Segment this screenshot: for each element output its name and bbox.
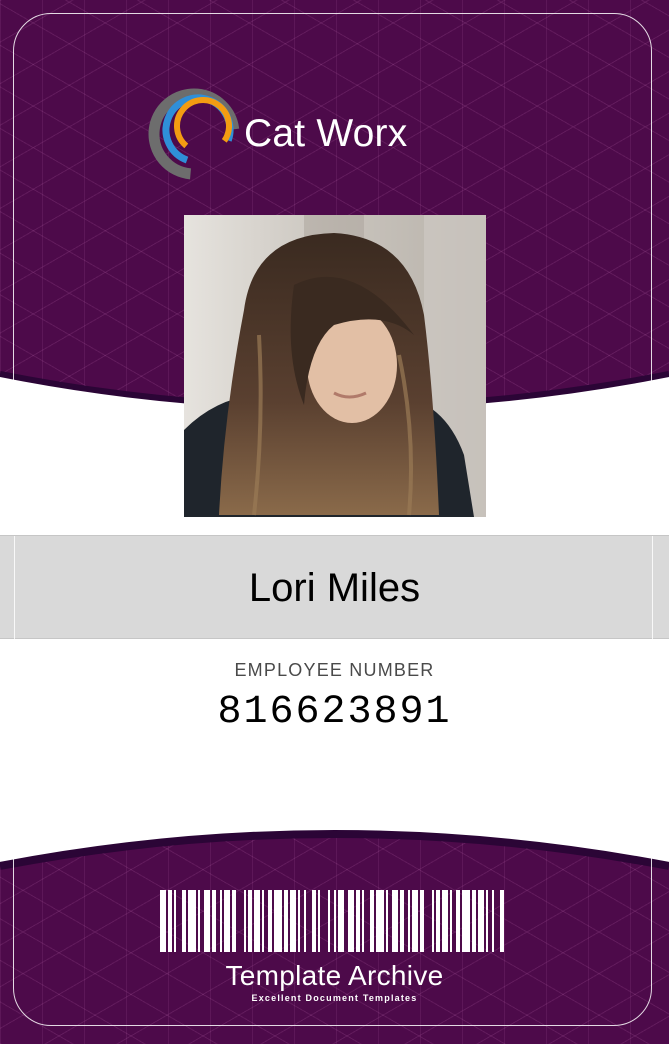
barcode-bar (412, 890, 418, 952)
company-logo: Cat Worx (148, 84, 448, 184)
barcode-bar (174, 890, 176, 952)
name-bar-edge-mark (652, 536, 653, 640)
barcode-bar (432, 890, 434, 952)
barcode-bar (356, 890, 360, 952)
barcode-bar (254, 890, 260, 952)
barcode-bar (232, 890, 236, 952)
barcode-icon (160, 890, 506, 952)
barcode-bar (160, 890, 166, 952)
barcode-bar (220, 890, 222, 952)
barcode-bar (486, 890, 488, 952)
brand-title: Template Archive (225, 960, 444, 991)
barcode-bar (268, 890, 272, 952)
barcode-bar (182, 890, 186, 952)
barcode-bar (318, 890, 320, 952)
bottom-band-curve (0, 818, 669, 870)
barcode-bar (298, 890, 300, 952)
employee-name: Lori Miles (248, 565, 421, 610)
barcode-bar (224, 890, 230, 952)
barcode-bar (472, 890, 476, 952)
barcode-bar (212, 890, 216, 952)
barcode-bar (304, 890, 306, 952)
barcode-bar (436, 890, 440, 952)
employee-number-label: EMPLOYEE NUMBER (234, 660, 435, 680)
barcode-bar (408, 890, 410, 952)
barcode-bar (492, 890, 494, 952)
employee-number: 816623891 (217, 690, 452, 735)
barcode-bar (188, 890, 196, 952)
name-bar: Lori Miles (0, 535, 669, 640)
name-bar-edge-mark (14, 536, 15, 640)
barcode-bar (392, 890, 398, 952)
barcode-bar (462, 890, 470, 952)
barcode-bar (284, 890, 288, 952)
barcode-bar (456, 890, 460, 952)
barcode-bar (450, 890, 452, 952)
barcode-bar (262, 890, 264, 952)
barcode-bar (248, 890, 252, 952)
barcode-bar (198, 890, 200, 952)
barcode-bar (376, 890, 384, 952)
barcode-bar (274, 890, 282, 952)
crescent-rings-icon (148, 88, 240, 180)
barcode-bar (244, 890, 246, 952)
brand-tagline: Excellent Document Templates (251, 993, 418, 1003)
company-name: Cat Worx (244, 112, 408, 155)
barcode-bar (312, 890, 316, 952)
barcode-bar (442, 890, 448, 952)
barcode-bar (362, 890, 364, 952)
barcode-bar (204, 890, 210, 952)
barcode-bar (386, 890, 388, 952)
barcode-bar (500, 890, 504, 952)
employee-photo (184, 215, 486, 517)
barcode-bar (400, 890, 404, 952)
barcode-bar (168, 890, 172, 952)
barcode-bar (334, 890, 336, 952)
barcode-bar (290, 890, 296, 952)
barcode-bar (348, 890, 354, 952)
barcode-bar (338, 890, 344, 952)
id-card: Cat Worx Lori Miles EMPLOYEE NUMBER 8166… (0, 0, 669, 1044)
barcode-bar (370, 890, 374, 952)
barcode-bar (328, 890, 330, 952)
brand-block: Template Archive Excellent Document Temp… (0, 960, 669, 1003)
barcode-bar (478, 890, 484, 952)
barcode-bar (420, 890, 424, 952)
